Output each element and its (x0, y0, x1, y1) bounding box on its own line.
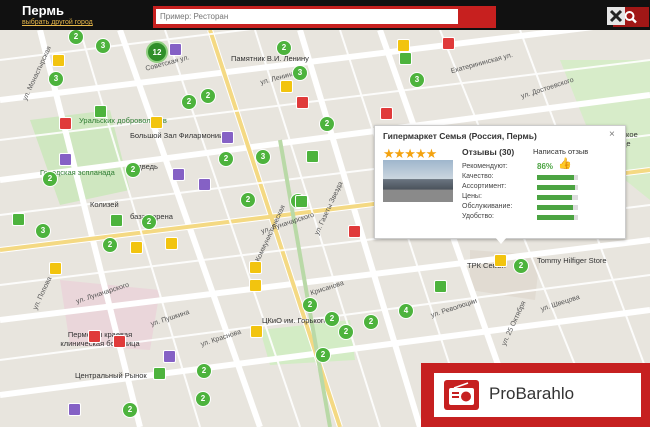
rating-label: Качество: (462, 173, 494, 180)
recommend-label: Рекомендуют: (462, 163, 508, 170)
cluster-marker[interactable]: 2 (302, 297, 318, 313)
change-city-link[interactable]: выбрать другой город (22, 19, 93, 26)
cafe-poi-icon[interactable] (250, 325, 263, 338)
cluster-marker[interactable]: 2 (196, 363, 212, 379)
cafe-poi-icon[interactable] (150, 116, 163, 129)
radio-icon (444, 380, 479, 410)
ad-banner[interactable]: ProBarahlo (421, 363, 650, 427)
cluster-marker[interactable]: 3 (95, 38, 111, 54)
park-poi-icon[interactable] (94, 105, 107, 118)
cluster-marker[interactable]: 12 (146, 41, 168, 63)
cluster-marker[interactable]: 2 (181, 94, 197, 110)
ad-text: ProBarahlo (489, 384, 575, 403)
cluster-marker[interactable]: 2 (324, 311, 340, 327)
cluster-marker[interactable]: 2 (276, 40, 292, 56)
write-review-link[interactable]: Написать отзыв (533, 147, 588, 156)
rating-bar (537, 215, 578, 220)
cluster-marker[interactable]: 2 (200, 88, 216, 104)
rating-bar (537, 175, 578, 180)
bank-poi-icon[interactable] (399, 52, 412, 65)
cafe-poi-icon[interactable] (130, 241, 143, 254)
cluster-marker[interactable]: 2 (122, 402, 138, 418)
bank-poi-icon[interactable] (12, 213, 25, 226)
cluster-marker[interactable]: 2 (102, 237, 118, 253)
hospital-poi-icon[interactable] (113, 335, 126, 348)
place-label: ЦКиО им. Горького (262, 316, 328, 325)
popup-title: Гипермаркет Семья (Россия, Пермь) (383, 131, 537, 141)
cafe-poi-icon[interactable] (249, 279, 262, 292)
hospital-poi-icon[interactable] (442, 37, 455, 50)
rating-label: Удобство: (462, 213, 494, 220)
reviews-link[interactable]: Отзывы (30) (462, 147, 514, 157)
cluster-marker[interactable]: 2 (240, 192, 256, 208)
hospital-poi-icon[interactable] (59, 117, 72, 130)
cluster-marker[interactable]: 2 (42, 171, 58, 187)
cluster-marker[interactable]: 2 (68, 29, 84, 45)
hotel-poi-icon[interactable] (221, 131, 234, 144)
cafe-poi-icon[interactable] (52, 54, 65, 67)
place-label: Памятник В.И. Ленину (231, 54, 309, 63)
place-label: Колизей (90, 200, 119, 209)
cluster-marker[interactable]: 3 (255, 149, 271, 165)
popup-close-button[interactable]: × (609, 129, 615, 140)
hospital-poi-icon[interactable] (348, 225, 361, 238)
place-label: Центральный Рынок (75, 371, 147, 380)
place-label: Tommy Hilfiger Store (537, 256, 607, 265)
cafe-poi-icon[interactable] (49, 262, 62, 275)
hospital-poi-icon[interactable] (296, 96, 309, 109)
shop-poi-icon[interactable] (110, 214, 123, 227)
search-box (153, 6, 649, 28)
ad-panel: ProBarahlo (434, 373, 641, 417)
place-photo (383, 160, 453, 202)
popup-tail (495, 237, 507, 244)
bank-poi-icon[interactable] (306, 150, 319, 163)
cluster-marker[interactable]: 2 (125, 162, 141, 178)
rating-bar (537, 195, 578, 200)
rating-label: Обслуживание: (462, 203, 513, 210)
cafe-poi-icon[interactable] (280, 80, 293, 93)
top-bar: Пермь выбрать другой город (0, 0, 650, 30)
rating-bar (537, 205, 578, 210)
cafe-poi-icon[interactable] (397, 39, 410, 52)
rating-label: Цены: (462, 193, 482, 200)
cluster-marker[interactable]: 3 (409, 72, 425, 88)
bank-poi-icon[interactable] (434, 280, 447, 293)
cluster-marker[interactable]: 3 (35, 223, 51, 239)
hospital-poi-icon[interactable] (88, 330, 101, 343)
hotel-poi-icon[interactable] (169, 43, 182, 56)
recommend-percent: 86% (537, 162, 554, 171)
hospital-poi-icon[interactable] (380, 107, 393, 120)
thumbs-up-icon: 👍 (558, 158, 572, 170)
cluster-marker[interactable]: 2 (513, 258, 529, 274)
hotel-poi-icon[interactable] (68, 403, 81, 416)
search-input[interactable] (156, 9, 458, 24)
rating-bar (537, 185, 578, 190)
close-icon (609, 9, 623, 23)
cluster-marker[interactable]: 2 (319, 116, 335, 132)
place-label: Большой Зал Филармонии (130, 131, 224, 140)
shop-poi-icon[interactable] (494, 254, 507, 267)
cluster-marker[interactable]: 3 (292, 65, 308, 81)
cluster-marker[interactable]: 2 (195, 391, 211, 407)
hotel-poi-icon[interactable] (172, 168, 185, 181)
cluster-marker[interactable]: 2 (218, 151, 234, 167)
rating-label: Ассортимент: (462, 183, 507, 190)
theatre-poi-icon[interactable] (59, 153, 72, 166)
hotel-poi-icon[interactable] (198, 178, 211, 191)
cluster-marker[interactable]: 3 (48, 71, 64, 87)
shop-poi-icon[interactable] (295, 195, 308, 208)
cluster-marker[interactable]: 4 (398, 303, 414, 319)
cluster-marker[interactable]: 2 (141, 214, 157, 230)
bank-poi-icon[interactable] (153, 367, 166, 380)
city-title: Пермь (22, 3, 64, 18)
hotel-poi-icon[interactable] (163, 350, 176, 363)
cafe-poi-icon[interactable] (165, 237, 178, 250)
cafe-poi-icon[interactable] (249, 261, 262, 274)
cluster-marker[interactable]: 2 (363, 314, 379, 330)
place-popup: Гипермаркет Семья (Россия, Пермь) × ★★★★… (374, 125, 626, 239)
cluster-marker[interactable]: 2 (315, 347, 331, 363)
cluster-marker[interactable]: 2 (338, 324, 354, 340)
close-button[interactable] (607, 7, 625, 25)
